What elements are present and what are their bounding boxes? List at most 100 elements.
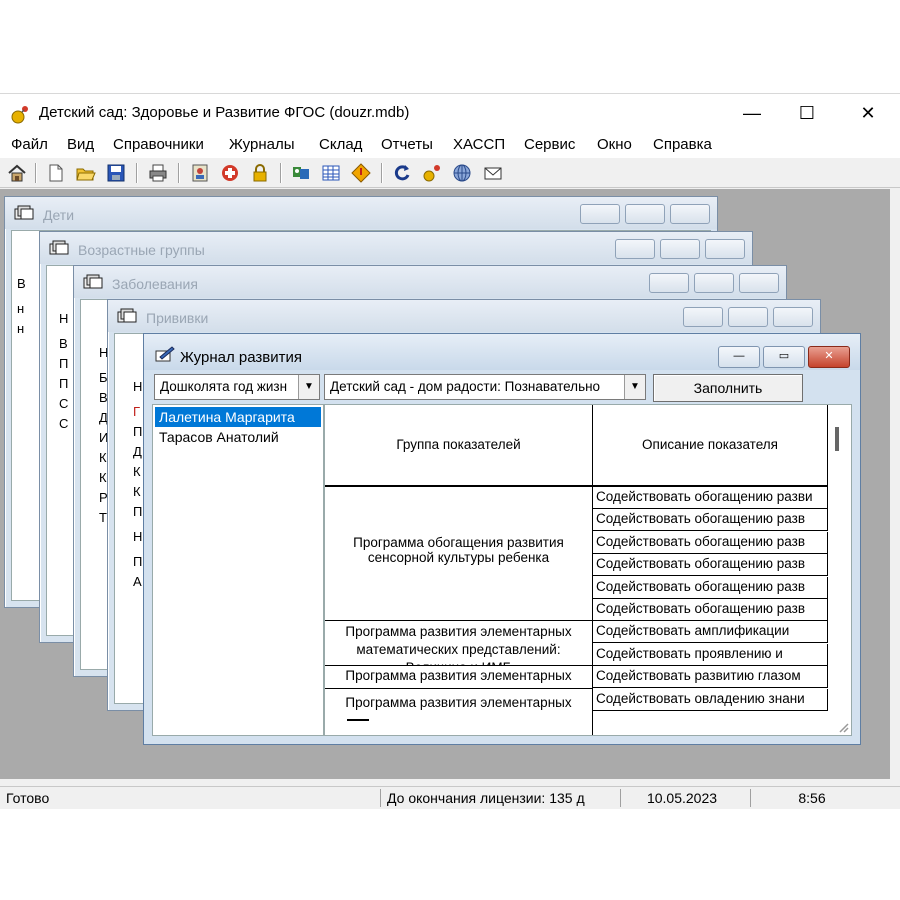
grid-description-cell[interactable]: Содействовать амплификации: [593, 621, 828, 643]
list-item[interactable]: Лалетина Маргарита: [155, 407, 321, 427]
close-button[interactable]: ✕: [808, 346, 850, 368]
status-date: 10.05.2023: [620, 789, 743, 807]
chevron-down-icon[interactable]: ▼: [298, 375, 319, 399]
menu-help[interactable]: Справка: [653, 136, 712, 153]
grid-description-cell[interactable]: Содействовать развитию глазом: [593, 666, 828, 688]
maximize-button[interactable]: [694, 273, 734, 293]
menu-service[interactable]: Сервис: [524, 136, 575, 153]
menu-references[interactable]: Справочники: [113, 136, 204, 153]
refresh-icon[interactable]: [392, 163, 412, 183]
minimize-button[interactable]: [615, 239, 655, 259]
row-text: П: [133, 424, 143, 439]
row-text: К: [133, 464, 141, 479]
fill-button[interactable]: Заполнить: [653, 374, 803, 402]
workspace-edge: [890, 189, 900, 779]
resize-grip-icon[interactable]: [837, 721, 849, 733]
grid-description-cell[interactable]: Содействовать обогащению разв: [593, 509, 828, 531]
close-button[interactable]: [670, 204, 710, 224]
close-button[interactable]: [739, 273, 779, 293]
open-folder-icon[interactable]: [76, 163, 96, 183]
grid-group-cell[interactable]: Программа развития элементарных: [325, 666, 593, 689]
maximize-button[interactable]: [660, 239, 700, 259]
menu-haccp[interactable]: ХАССП: [453, 136, 505, 153]
grid-description-cell[interactable]: Содействовать обогащению разв: [593, 532, 828, 554]
menu-window[interactable]: Окно: [597, 136, 632, 153]
home-icon[interactable]: [7, 163, 27, 183]
row-text: Д: [133, 444, 142, 459]
mail-icon[interactable]: [483, 163, 503, 183]
grid-description-cell[interactable]: Содействовать обогащению разв: [593, 554, 828, 576]
window-age-groups-caption: Возрастные группы: [40, 232, 752, 264]
grid-description-cell[interactable]: Содействовать обогащению разви: [593, 487, 828, 509]
restore-icon: ▭: [778, 350, 790, 362]
status-bar: Готово До окончания лицензии: 135 д 10.0…: [0, 786, 900, 809]
users-icon[interactable]: [291, 163, 311, 183]
close-button[interactable]: [705, 239, 745, 259]
minimize-button[interactable]: [649, 273, 689, 293]
minimize-button[interactable]: [580, 204, 620, 224]
toolbar: [0, 159, 900, 188]
close-icon: ✕: [860, 103, 876, 123]
row-text: К: [99, 450, 107, 465]
column-header-group[interactable]: Группа показателей: [325, 405, 593, 487]
lock-icon[interactable]: [250, 163, 270, 183]
close-button[interactable]: ✕: [843, 94, 893, 132]
menu-warehouse[interactable]: Склад: [319, 136, 362, 153]
minimize-icon: —: [743, 103, 761, 123]
window-diseases-caption: Заболевания: [74, 266, 786, 298]
diamond-icon[interactable]: [351, 163, 371, 183]
list-item[interactable]: Тарасов Анатолий: [155, 427, 283, 447]
row-text: Н: [133, 529, 143, 544]
window-development-journal[interactable]: Журнал развития — ▭ ✕ Дошколята год жизн…: [143, 333, 861, 745]
row-text: П: [59, 356, 69, 371]
grid-scroll-thumb[interactable]: [835, 427, 839, 451]
column-header-description[interactable]: Описание показателя: [593, 405, 828, 487]
restore-button[interactable]: ▭: [763, 346, 805, 368]
menu-reports[interactable]: Отчеты: [381, 136, 433, 153]
close-icon: ✕: [824, 350, 834, 362]
grid-group-cell[interactable]: Программа развития элементарных математи…: [325, 621, 593, 666]
grid-group-cell[interactable]: Программа обогащения развития сенсорной …: [325, 487, 593, 621]
program-combo[interactable]: Детский сад - дом радости: Познавательно…: [324, 374, 646, 400]
maximize-icon: ☐: [798, 103, 816, 123]
menu-view[interactable]: Вид: [67, 136, 94, 153]
medical-icon[interactable]: [220, 163, 240, 183]
save-icon[interactable]: [106, 163, 126, 183]
status-time: 8:56: [750, 789, 873, 807]
row-text: П: [133, 554, 143, 569]
maximize-button[interactable]: [625, 204, 665, 224]
toolbar-separator: [136, 163, 138, 183]
age-combo-value: Дошколята год жизн: [160, 379, 288, 394]
minimize-button[interactable]: —: [718, 346, 760, 368]
key-icon[interactable]: [422, 163, 442, 183]
toolbar-separator: [178, 163, 180, 183]
row-text: Н: [59, 311, 69, 326]
network-icon[interactable]: [452, 163, 472, 183]
maximize-button[interactable]: [728, 307, 768, 327]
grid-group-cell[interactable]: Программа развития элементарных: [325, 689, 593, 735]
print-icon[interactable]: [148, 163, 168, 183]
grid-description-cell[interactable]: Содействовать обогащению разв: [593, 599, 828, 621]
minimize-button[interactable]: [683, 307, 723, 327]
grid-description-cell[interactable]: Содействовать овладению знани: [593, 689, 828, 711]
grid-description-cell[interactable]: Содействовать обогащению разв: [593, 577, 828, 599]
folder-stack-icon: [83, 274, 103, 289]
row-text: С: [59, 416, 69, 431]
program-combo-value: Детский сад - дом радости: Познавательно: [330, 379, 601, 394]
new-icon[interactable]: [46, 163, 66, 183]
age-combo[interactable]: Дошколята год жизн ▼: [154, 374, 320, 400]
minimize-button[interactable]: —: [727, 94, 777, 132]
user-card-icon[interactable]: [190, 163, 210, 183]
row-text: А: [133, 574, 142, 589]
chevron-down-icon[interactable]: ▼: [624, 375, 645, 399]
menu-journals[interactable]: Журналы: [229, 136, 295, 153]
grid-description-cell[interactable]: Содействовать проявлению и: [593, 644, 828, 666]
indicators-grid[interactable]: Группа показателей Описание показателя П…: [324, 404, 852, 736]
maximize-button[interactable]: ☐: [782, 94, 832, 132]
children-list[interactable]: Лалетина Маргарита Тарасов Анатолий: [152, 404, 324, 736]
minimize-icon: —: [733, 350, 745, 362]
table-icon[interactable]: [321, 163, 341, 183]
menu-file[interactable]: Файл: [11, 136, 48, 153]
close-button[interactable]: [773, 307, 813, 327]
folder-stack-icon: [14, 205, 34, 220]
